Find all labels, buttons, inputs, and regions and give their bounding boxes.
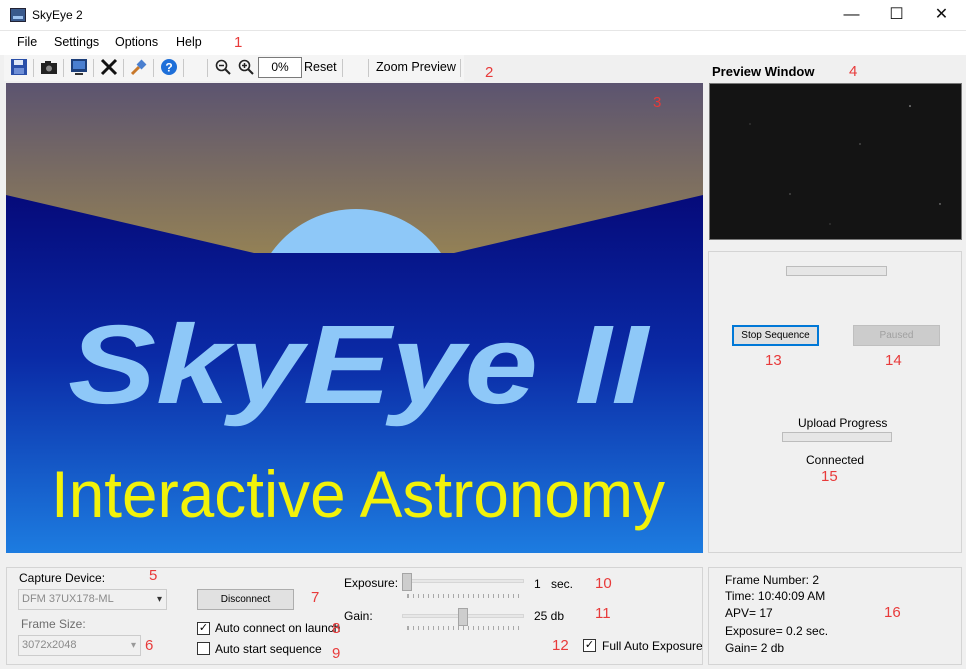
minimize-button[interactable]: —	[829, 0, 874, 31]
frame-size-label: Frame Size:	[21, 617, 86, 631]
connect-icon[interactable]	[130, 58, 150, 78]
gain-slider-ticks	[407, 626, 519, 630]
auto-start-checkbox[interactable]	[197, 642, 210, 655]
annotation-10: 10	[595, 575, 612, 592]
toolbar-separator	[153, 59, 154, 77]
stats-panel: Frame Number: 2 Time: 10:40:09 AM APV= 1…	[708, 567, 962, 665]
frame-number-text: Frame Number: 2	[725, 573, 820, 587]
chevron-down-icon: ▾	[130, 640, 136, 651]
annotation-12: 12	[552, 637, 569, 654]
connection-status: Connected	[806, 453, 865, 467]
preview-window	[709, 83, 962, 240]
annotation-2: 2	[485, 64, 494, 81]
auto-start-label: Auto start sequence	[215, 642, 322, 656]
preview-star-field	[749, 105, 941, 225]
maximize-button[interactable]: ☐	[874, 0, 919, 31]
annotation-8: 8	[332, 620, 341, 637]
toolbar-separator	[63, 59, 64, 77]
menu-bar: File Settings Options Help	[0, 31, 966, 55]
toolbar-separator	[183, 59, 184, 77]
zoom-in-icon[interactable]	[237, 58, 257, 78]
apv-text: APV= 17	[725, 606, 773, 620]
close-button[interactable]: ✕	[919, 0, 964, 31]
toolbar-separator	[368, 59, 369, 77]
logo-subtitle: Interactive Astronomy	[51, 457, 665, 531]
save-icon[interactable]	[10, 58, 30, 78]
menu-file[interactable]: File	[17, 35, 37, 49]
logo-title: SkyEye II	[68, 302, 651, 427]
exposure-unit: sec.	[551, 577, 574, 591]
svg-text:?: ?	[165, 61, 172, 75]
exposure-value: 1	[534, 577, 541, 591]
annotation-3: 3	[653, 94, 662, 111]
annotation-4: 4	[849, 63, 858, 80]
auto-connect-checkbox[interactable]: ✓	[197, 622, 210, 635]
tools-icon[interactable]	[100, 58, 120, 78]
gain-value: 25 db	[534, 609, 565, 623]
toolbar-separator	[460, 59, 461, 77]
full-auto-exposure-label: Full Auto Exposure	[602, 639, 703, 653]
annotation-11: 11	[595, 605, 611, 622]
full-auto-exposure-checkbox[interactable]: ✓	[583, 639, 596, 652]
chevron-down-icon: ▾	[156, 594, 162, 605]
disconnect-button[interactable]: Disconnect	[197, 589, 294, 610]
help-icon[interactable]: ?	[160, 58, 180, 78]
menu-help[interactable]: Help	[176, 35, 202, 49]
window-title: SkyEye 2	[32, 8, 83, 22]
gain-stat-text: Gain= 2 db	[725, 641, 785, 655]
zoom-level-field[interactable]: 0%	[258, 57, 302, 78]
time-text: Time: 10:40:09 AM	[725, 589, 826, 603]
toolbar-separator	[33, 59, 34, 77]
toolbar-separator	[207, 59, 208, 77]
exposure-slider-ticks	[407, 594, 519, 598]
frame-size-select[interactable]: 3072x2048 ▾	[18, 635, 141, 656]
zoom-out-icon[interactable]	[214, 58, 234, 78]
toolbar-separator	[123, 59, 124, 77]
preview-title: Preview Window	[712, 64, 815, 79]
sequence-panel: Stop Sequence Paused Upload Progress Con…	[708, 251, 962, 553]
paused-button[interactable]: Paused	[853, 325, 940, 346]
main-image-view: SkyEye II Interactive Astronomy	[6, 83, 703, 553]
toolbar: ? 0% Reset Zoom Preview	[4, 55, 464, 81]
annotation-13: 13	[765, 352, 782, 369]
annotation-5: 5	[149, 567, 158, 584]
title-bar: SkyEye 2 — ☐ ✕	[0, 0, 966, 31]
menu-options[interactable]: Options	[115, 35, 158, 49]
exposure-slider-track	[402, 579, 524, 583]
capture-device-value: DFM 37UX178-ML	[22, 593, 114, 605]
annotation-6: 6	[145, 637, 154, 654]
capture-device-label: Capture Device:	[19, 571, 106, 585]
camera-icon[interactable]	[40, 58, 60, 78]
menu-settings[interactable]: Settings	[54, 35, 99, 49]
app-icon	[10, 8, 26, 22]
sequence-progress-bar	[786, 266, 887, 276]
annotation-9: 9	[332, 645, 341, 662]
annotation-7: 7	[311, 589, 320, 606]
upload-progress-label: Upload Progress	[798, 416, 888, 430]
frame-size-value: 3072x2048	[22, 639, 77, 651]
annotation-16: 16	[884, 604, 901, 621]
stop-sequence-button[interactable]: Stop Sequence	[732, 325, 819, 346]
capture-device-select[interactable]: DFM 37UX178-ML ▾	[18, 589, 167, 610]
check-icon: ✓	[584, 639, 595, 651]
exposure-slider[interactable]	[402, 573, 412, 591]
gain-label: Gain:	[344, 609, 373, 623]
skyeye-logo-image: SkyEye II Interactive Astronomy	[6, 83, 703, 553]
zoom-preview-button[interactable]: Zoom Preview	[376, 60, 456, 74]
auto-connect-label: Auto connect on launch	[215, 621, 341, 635]
toolbar-separator	[342, 59, 343, 77]
monitor-icon[interactable]	[70, 58, 90, 78]
exposure-label: Exposure:	[344, 576, 399, 590]
annotation-1: 1	[234, 34, 243, 51]
toolbar-separator	[93, 59, 94, 77]
exposure-stat-text: Exposure= 0.2 sec.	[725, 624, 829, 638]
check-icon: ✓	[198, 622, 209, 634]
annotation-15: 15	[821, 468, 838, 485]
gain-slider[interactable]	[458, 608, 468, 626]
upload-progress-bar	[782, 432, 892, 442]
reset-button[interactable]: Reset	[304, 60, 337, 74]
annotation-14: 14	[885, 352, 902, 369]
